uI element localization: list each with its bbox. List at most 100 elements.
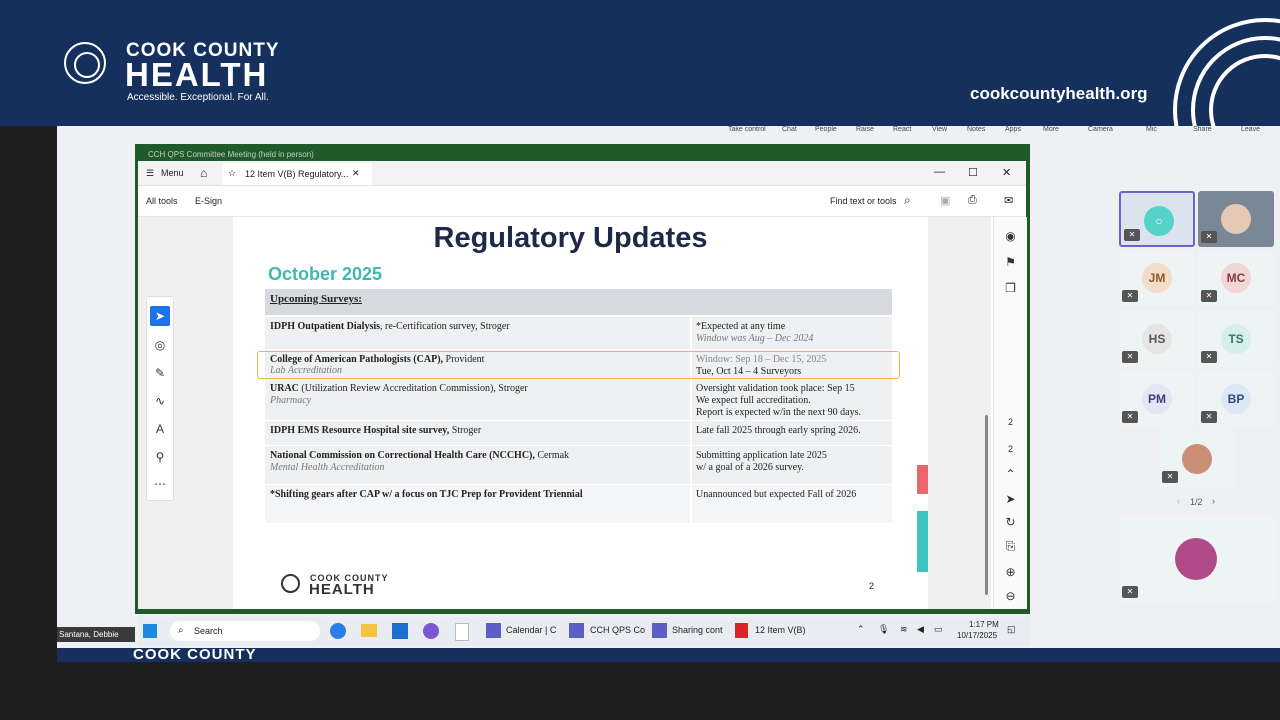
- participant-photo: [1175, 538, 1217, 580]
- row-status-sub: Window was Aug – Dec 2024: [696, 333, 814, 344]
- bottom-org-name: COOK COUNTY: [133, 646, 257, 663]
- document-tab[interactable]: ☆ 12 Item V(B) Regulatory... ✕: [222, 163, 372, 185]
- star-icon[interactable]: ☆: [228, 168, 236, 179]
- participant-tile[interactable]: JM ✕: [1119, 250, 1195, 306]
- table-row: IDPH Outpatient Dialysis, re-Certificati…: [265, 317, 892, 349]
- avatar: MC: [1221, 263, 1251, 293]
- draw-icon[interactable]: ∿: [147, 391, 173, 411]
- save-icon[interactable]: ▣: [940, 194, 950, 207]
- mic-off-icon: ✕: [1122, 290, 1138, 302]
- zoom-in-icon[interactable]: ⊕: [994, 565, 1027, 579]
- pen-icon[interactable]: ✎: [147, 363, 173, 383]
- participant-tile-photo[interactable]: ✕: [1159, 431, 1235, 487]
- assistant-icon[interactable]: ◉: [994, 229, 1027, 243]
- teams-toolbar-take-control[interactable]: Take control: [728, 126, 766, 136]
- taskbar-calendar[interactable]: Calendar | C: [506, 625, 556, 635]
- table-row: URAC (Utilization Review Accreditation C…: [265, 379, 892, 420]
- chevron-up-icon[interactable]: ⌃: [857, 624, 865, 635]
- menu-button[interactable]: Menu: [161, 168, 184, 178]
- taskbar-sharing[interactable]: Sharing cont: [672, 625, 723, 635]
- participant-tile-video[interactable]: ✕: [1198, 191, 1274, 247]
- scrollbar[interactable]: [985, 415, 988, 595]
- menu-icon[interactable]: ☰: [146, 168, 154, 179]
- teams-toolbar-people[interactable]: People: [815, 126, 837, 136]
- footer-seal-icon: [281, 574, 300, 593]
- teams-icon[interactable]: [486, 623, 501, 638]
- mic-off-icon: ✕: [1162, 471, 1178, 483]
- row-title: National Commission on Correctional Heal…: [270, 450, 535, 461]
- notification-icon[interactable]: ◱: [1007, 624, 1016, 635]
- teams-toolbar-mic[interactable]: Mic: [1146, 126, 1157, 136]
- close-window-icon[interactable]: ✕: [1002, 166, 1011, 179]
- teams-toolbar-notes[interactable]: Notes: [967, 126, 985, 136]
- volume-icon[interactable]: ◀: [917, 624, 924, 635]
- rotate-icon[interactable]: ↻: [994, 515, 1027, 529]
- email-icon[interactable]: ✉: [1004, 194, 1013, 207]
- battery-icon[interactable]: ▭: [934, 624, 943, 635]
- participant-tile-large[interactable]: ✕: [1119, 516, 1276, 602]
- all-tools-button[interactable]: All tools: [146, 196, 178, 206]
- teams-toolbar-react[interactable]: React: [893, 126, 911, 136]
- minimize-icon[interactable]: —: [934, 166, 945, 178]
- zoom-out-icon[interactable]: ⊖: [994, 589, 1027, 603]
- org-name-line2: HEALTH: [125, 56, 269, 93]
- participant-tile[interactable]: MC ✕: [1198, 250, 1274, 306]
- teams-toolbar-leave[interactable]: Leave: [1241, 126, 1260, 136]
- wifi-icon[interactable]: ≋: [900, 624, 908, 635]
- copilot-icon[interactable]: [423, 623, 439, 639]
- bookmark-icon[interactable]: ⚑: [994, 255, 1027, 269]
- teams-icon[interactable]: [569, 623, 584, 638]
- page-current-box[interactable]: 2: [994, 417, 1027, 427]
- row-title: URAC: [270, 383, 299, 394]
- participant-tile-self[interactable]: ○ ✕: [1119, 191, 1195, 247]
- comment-icon[interactable]: ◎: [147, 335, 173, 355]
- teams-toolbar-chat[interactable]: Chat: [782, 126, 797, 136]
- stamp-icon[interactable]: ⚲: [147, 447, 173, 467]
- participant-tile[interactable]: HS ✕: [1119, 311, 1195, 367]
- accent-bar-red: [917, 465, 928, 494]
- document-icon[interactable]: [455, 623, 469, 641]
- taskbar-cch[interactable]: CCH QPS Co: [590, 625, 645, 635]
- teams-toolbar-apps[interactable]: Apps: [1005, 126, 1021, 136]
- select-cursor-icon[interactable]: ➤: [150, 306, 170, 326]
- pager-prev-icon[interactable]: ‹: [1177, 496, 1180, 506]
- pages-icon[interactable]: ❐: [994, 281, 1027, 295]
- row-title: *Shifting gears after CAP w/ a focus on …: [270, 489, 583, 500]
- teams-icon[interactable]: [652, 623, 667, 638]
- teams-toolbar-share[interactable]: Share: [1193, 126, 1212, 136]
- find-text-button[interactable]: Find text or tools: [830, 196, 897, 206]
- taskbar-search[interactable]: ⌕ Search: [170, 621, 320, 641]
- participant-tile[interactable]: BP ✕: [1198, 371, 1274, 427]
- table-row: *Shifting gears after CAP w/ a focus on …: [265, 485, 892, 523]
- acrobat-icon[interactable]: [735, 623, 748, 638]
- maximize-icon[interactable]: ☐: [968, 166, 978, 179]
- participant-tile[interactable]: PM ✕: [1119, 371, 1195, 427]
- outlook-icon[interactable]: [392, 623, 408, 639]
- taskbar-item[interactable]: 12 Item V(B): [755, 625, 806, 635]
- acrobat-tabbar: ☰ Menu ⌂ ☆ 12 Item V(B) Regulatory... ✕ …: [138, 161, 1026, 186]
- teams-toolbar-camera[interactable]: Camera: [1088, 126, 1113, 136]
- print-icon[interactable]: ⎙: [968, 194, 977, 207]
- windows-start-icon[interactable]: [143, 624, 157, 638]
- close-tab-icon[interactable]: ✕: [352, 168, 360, 179]
- teams-toolbar-raise[interactable]: Raise: [856, 126, 874, 136]
- page-tools-icon[interactable]: ⎘: [994, 539, 1027, 554]
- teams-toolbar-view[interactable]: View: [932, 126, 947, 136]
- search-icon[interactable]: ⌕: [904, 193, 911, 208]
- mic-muted-icon[interactable]: 🎙: [878, 624, 889, 635]
- row-status-sub: We expect full accreditation.: [696, 395, 811, 406]
- home-icon[interactable]: ⌂: [200, 166, 207, 180]
- row-title: IDPH Outpatient Dialysis: [270, 321, 381, 332]
- website-url: cookcountyhealth.org: [970, 84, 1148, 103]
- participant-tile[interactable]: TS ✕: [1198, 311, 1274, 367]
- esign-button[interactable]: E-Sign: [195, 196, 222, 206]
- slide-date: October 2025: [268, 264, 383, 284]
- edge-icon[interactable]: [330, 623, 346, 639]
- row-detail: , re-Certification survey, Stroger: [380, 321, 510, 332]
- scroll-up-icon[interactable]: ⌃: [994, 467, 1027, 481]
- pager-next-icon[interactable]: ›: [1212, 496, 1215, 506]
- teams-toolbar-more[interactable]: More: [1043, 126, 1059, 136]
- file-explorer-icon[interactable]: [361, 624, 377, 637]
- more-tools-icon[interactable]: ⋯: [147, 474, 173, 494]
- text-box-icon[interactable]: A: [147, 419, 173, 439]
